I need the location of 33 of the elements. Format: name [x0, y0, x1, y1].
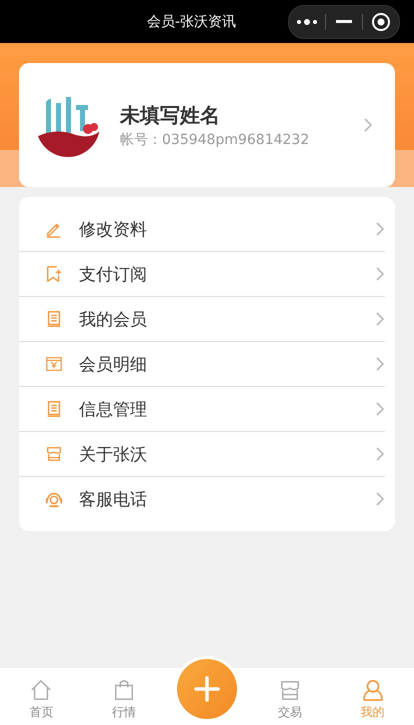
headset-icon — [45, 490, 63, 508]
profile-card[interactable]: 未填写姓名 帐号：035948pm96814232 — [19, 63, 395, 187]
menu-item[interactable]: 修改资料 — [19, 207, 385, 251]
menu-item[interactable]: 信息管理 — [19, 386, 385, 431]
chevron-right-icon — [376, 492, 385, 506]
menu-item[interactable]: 我的会员 — [19, 296, 385, 341]
tab[interactable]: 交易 — [248, 668, 332, 725]
person-icon — [362, 679, 384, 701]
store-icon — [278, 679, 301, 701]
chevron-right-icon — [364, 118, 373, 132]
book-icon — [45, 400, 63, 418]
plus-icon — [194, 676, 220, 702]
chevron-right-icon — [376, 402, 385, 416]
menu-item[interactable]: 关于张沃 — [19, 431, 385, 476]
menu-item[interactable]: 客服电话 — [19, 476, 385, 521]
tab[interactable]: 首页 — [0, 668, 83, 725]
chevron-right-icon — [376, 267, 385, 281]
menu-item[interactable]: 支付订阅 — [19, 251, 385, 296]
yen-card-icon — [45, 355, 63, 373]
chevron-right-icon — [376, 357, 385, 371]
user-name: 未填写姓名 — [120, 102, 221, 128]
menu-item[interactable]: 会员明细 — [19, 341, 385, 386]
home-icon — [30, 679, 52, 701]
bookmark-plus-icon — [45, 265, 63, 283]
shopping-bag-icon — [113, 679, 136, 701]
tab[interactable]: 行情 — [82, 668, 166, 725]
account-number: 帐号：035948pm96814232 — [120, 130, 310, 148]
chevron-right-icon — [376, 447, 385, 461]
chevron-right-icon — [376, 222, 385, 236]
chevron-right-icon — [376, 312, 385, 326]
book-icon — [45, 310, 63, 328]
page-title: 会员-张沃资讯 — [146, 12, 238, 30]
store-icon — [45, 445, 63, 463]
